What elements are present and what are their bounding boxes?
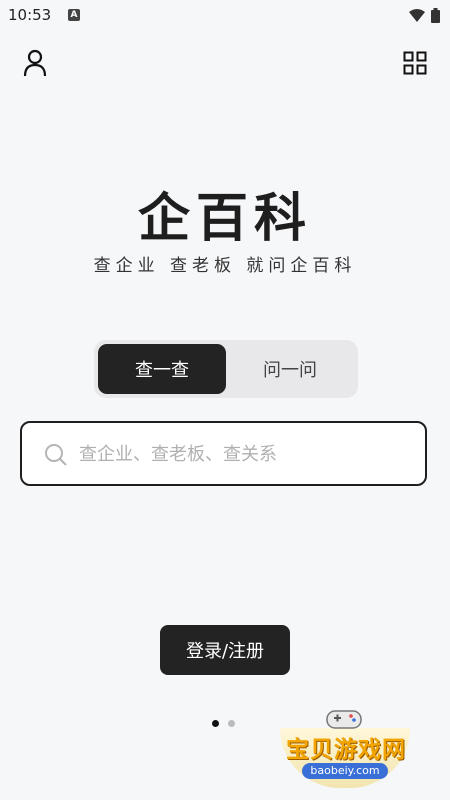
gamepad-icon bbox=[326, 710, 362, 729]
tagline: 查企业 查老板 就问企百科 bbox=[93, 256, 357, 276]
page-indicator bbox=[212, 720, 235, 727]
status-badge: A bbox=[68, 9, 80, 21]
tab-ask[interactable]: 问一问 bbox=[226, 344, 354, 394]
grid-icon bbox=[403, 51, 427, 75]
menu-grid-button[interactable] bbox=[400, 48, 430, 78]
search-input[interactable] bbox=[77, 433, 411, 475]
user-icon bbox=[23, 49, 47, 77]
watermark-logo: 宝贝游戏网 baobeiy.com bbox=[272, 700, 422, 795]
status-bar: 10:53 A bbox=[0, 0, 450, 32]
mode-tabs: 查一查 问一问 bbox=[94, 340, 358, 398]
status-icons bbox=[409, 8, 440, 23]
search-icon bbox=[45, 444, 67, 466]
status-time: 10:53 bbox=[8, 6, 52, 24]
watermark-url: baobeiy.com bbox=[302, 763, 388, 779]
page-dot-active bbox=[212, 720, 219, 727]
app-logo-title: 企百科 bbox=[137, 189, 312, 249]
wifi-icon bbox=[409, 8, 425, 22]
battery-icon bbox=[431, 8, 440, 23]
profile-button[interactable] bbox=[20, 48, 50, 78]
watermark-title: 宝贝游戏网 bbox=[286, 737, 406, 763]
tab-search[interactable]: 查一查 bbox=[98, 344, 226, 394]
page-dot bbox=[228, 720, 235, 727]
login-register-button[interactable]: 登录/注册 bbox=[160, 625, 290, 675]
search-box[interactable] bbox=[20, 421, 427, 486]
